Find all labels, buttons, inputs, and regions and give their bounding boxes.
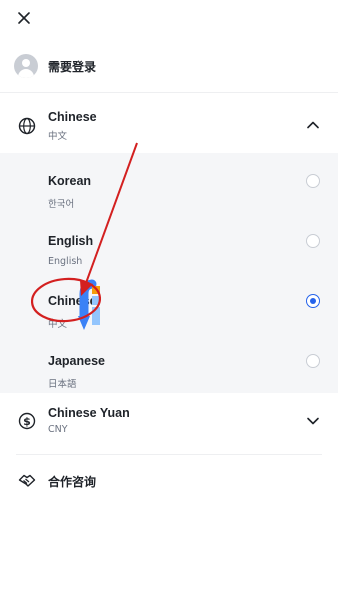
radio-button-selected[interactable]: [306, 294, 320, 308]
currency-title: Chinese Yuan: [48, 406, 130, 420]
close-icon: [18, 12, 30, 24]
currency-code: CNY: [48, 424, 68, 435]
language-option-japanese[interactable]: Japanese 日本語: [0, 340, 338, 400]
language-options-panel: Korean 한국어 English English Chinese 中文 Ja…: [0, 153, 338, 393]
globe-icon: [18, 117, 36, 135]
dollar-icon: $: [18, 412, 36, 430]
option-native: English: [48, 256, 83, 267]
divider: [0, 92, 338, 93]
option-name: Korean: [48, 174, 92, 188]
option-name: Japanese: [48, 354, 105, 368]
cooperation-label: 合作咨询: [48, 475, 97, 489]
language-selector[interactable]: Chinese 中文: [0, 105, 338, 147]
option-native: 日本語: [48, 379, 77, 390]
login-label: 需要登录: [48, 59, 97, 74]
close-button[interactable]: [14, 8, 34, 28]
language-option-chinese[interactable]: Chinese 中文: [0, 280, 338, 340]
radio-button[interactable]: [306, 174, 320, 188]
avatar: [14, 54, 38, 78]
language-subtitle: 中文: [48, 131, 68, 142]
currency-selector[interactable]: $ Chinese Yuan CNY: [0, 402, 338, 442]
login-row[interactable]: 需要登录: [14, 54, 96, 78]
language-option-english[interactable]: English English: [0, 220, 338, 280]
chevron-down-icon: [307, 417, 319, 425]
option-native: 中文: [48, 319, 68, 330]
cooperation-row[interactable]: 合作咨询: [0, 468, 338, 492]
svg-text:$: $: [23, 415, 31, 428]
language-option-korean[interactable]: Korean 한국어: [0, 160, 338, 220]
language-title: Chinese: [48, 110, 97, 124]
radio-button[interactable]: [306, 354, 320, 368]
option-name: English: [48, 234, 94, 248]
handshake-icon: [18, 474, 36, 487]
divider: [16, 454, 322, 455]
option-name: Chinese: [48, 294, 97, 308]
radio-button[interactable]: [306, 234, 320, 248]
option-native: 한국어: [48, 199, 75, 210]
chevron-up-icon: [307, 121, 319, 129]
